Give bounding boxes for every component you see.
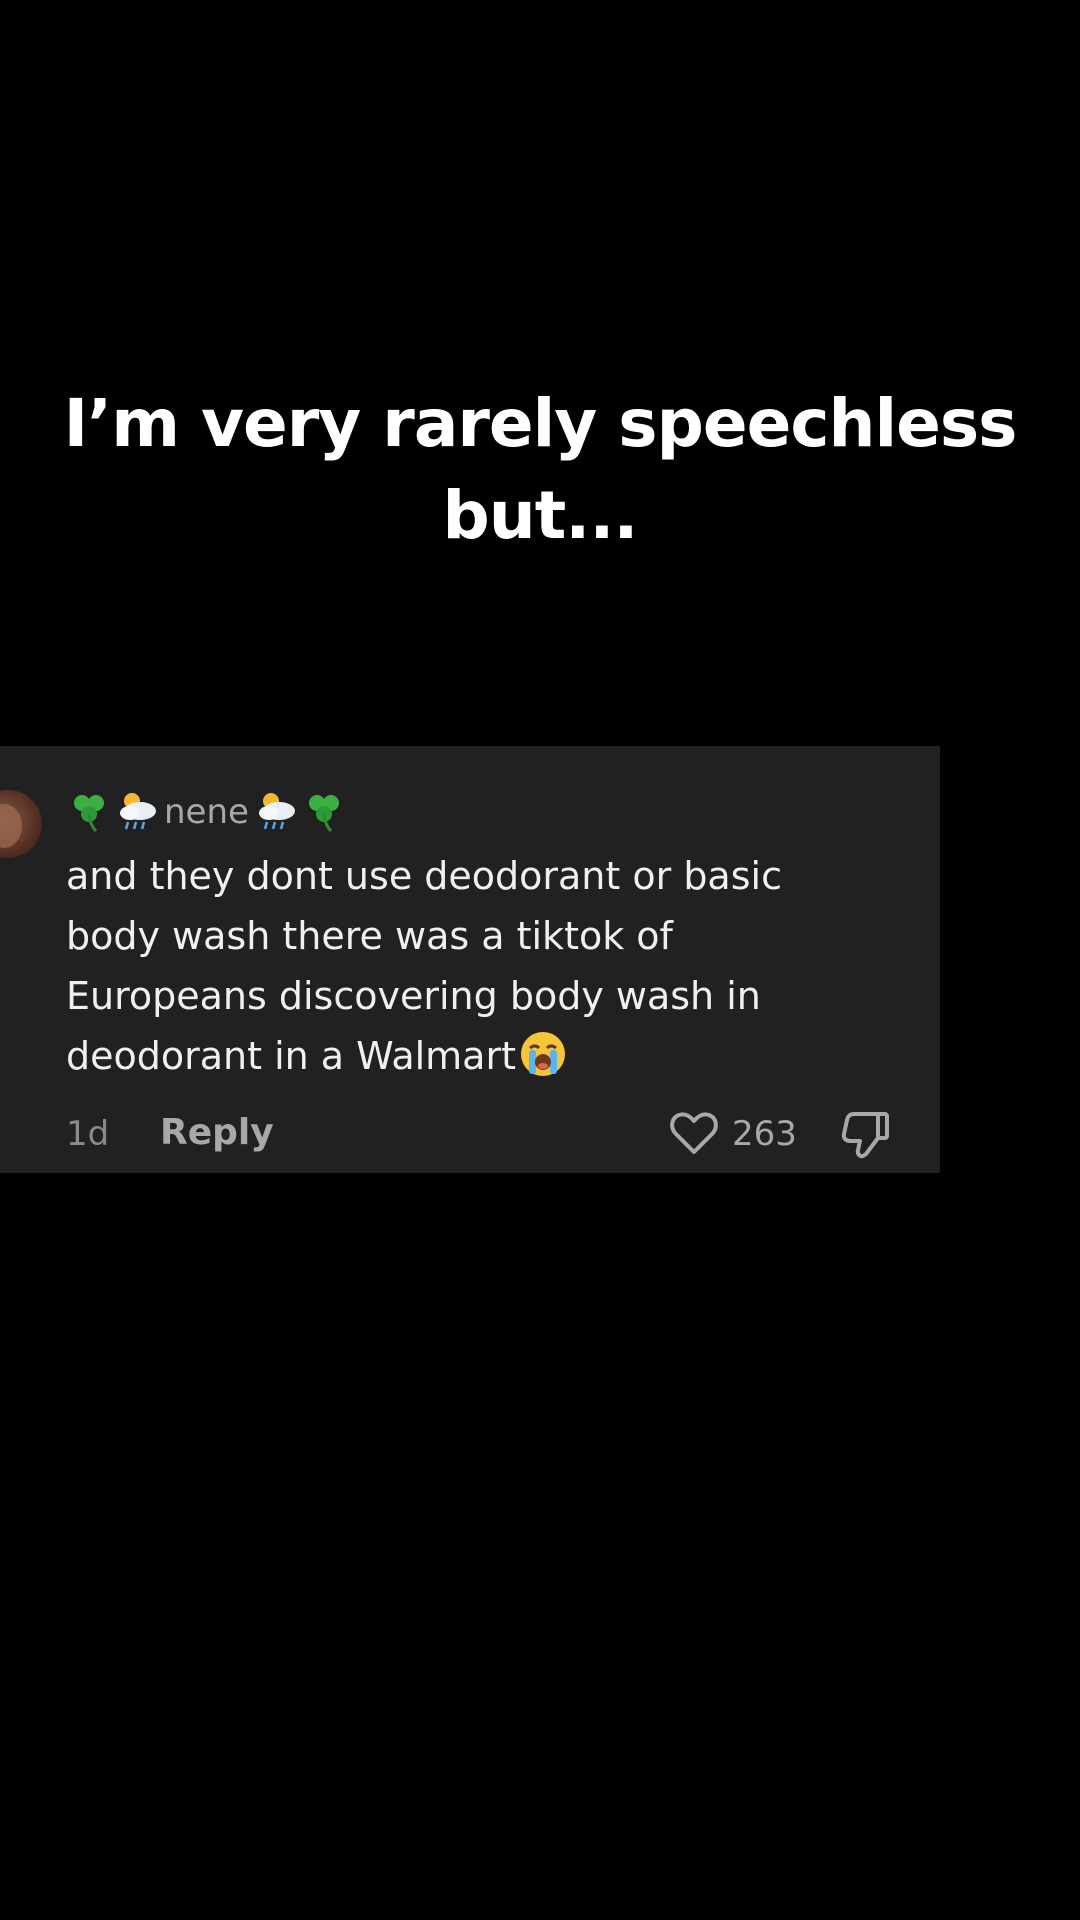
loudly-crying-face-icon [521,1032,565,1076]
caption-line-2: but... [442,477,639,554]
comment-line-3: Europeans discovering body wash in [66,974,761,1018]
comment-text: and they dont use deodorant or basic bod… [66,846,906,1086]
thumbs-down-icon[interactable] [840,1108,892,1160]
comment-line-2: body wash there was a tiktok of [66,914,673,958]
avatar[interactable] [0,790,42,858]
shamrock-icon [301,789,347,835]
caption-line-1: I’m very rarely speechless [63,385,1018,462]
sun-behind-rain-cloud-icon [114,789,160,835]
sun-behind-rain-cloud-icon [253,789,299,835]
comment-actions: 1d Reply 263 [0,1108,940,1160]
comment-line-4: deodorant in a Walmart [66,1026,906,1086]
heart-icon[interactable] [668,1108,720,1158]
comment-username[interactable]: nene [66,784,349,840]
comment-line-4-text: deodorant in a Walmart [66,1034,516,1078]
previous-comment-fragment [60,746,910,772]
shamrock-icon [66,789,112,835]
like-count: 263 [732,1114,797,1154]
reply-button[interactable]: Reply [160,1112,274,1153]
comment-card: nene and they dont use deodorant or basi… [0,746,940,1173]
comment-line-1: and they dont use deodorant or basic [66,854,782,898]
comment-timestamp: 1d [66,1114,110,1154]
username-text: nene [164,792,249,832]
video-caption: I’m very rarely speechless but... [0,378,1080,562]
